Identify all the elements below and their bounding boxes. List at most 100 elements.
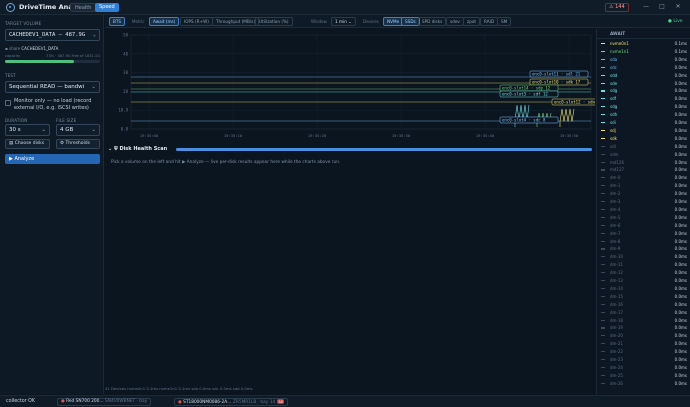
volume-select[interactable]: CACHEDEV1_DATA — 487.9G ⌄ [5, 29, 100, 41]
device-sdev[interactable]: sdev [446, 17, 464, 26]
device-row[interactable]: dm-16 0.0ms [597, 301, 690, 309]
test-select[interactable]: Sequential READ — bandwi ⌄ [5, 81, 100, 93]
device-row[interactable]: dm-17 0.0ms [597, 309, 690, 317]
alert-badge[interactable]: ⚠ 144 [605, 3, 629, 12]
capacity-bar [5, 60, 100, 63]
device-row[interactable]: md127 0.0ms [597, 166, 690, 174]
device-name: sdk [610, 135, 617, 141]
device-row[interactable]: dm-11 0.0ms [597, 261, 690, 269]
maximize-button[interactable]: □ [658, 3, 666, 11]
device-row[interactable]: dm-0 0.0ms [597, 174, 690, 182]
device-row[interactable]: sde 0.0ms [597, 80, 690, 88]
duration-select[interactable]: 30 s ⌄ [5, 124, 50, 136]
device-name: sde [610, 80, 618, 86]
device-row[interactable]: dm-24 0.0ms [597, 364, 690, 372]
y-tick-label: 38 [123, 70, 128, 75]
device-await-value: 0.0ms [674, 88, 687, 94]
device-row[interactable]: dm-3 0.0ms [597, 198, 690, 206]
thresholds-button[interactable]: ⚙ Thresholds [56, 139, 100, 149]
device-row[interactable]: sdc 0.0ms [597, 64, 690, 72]
chevron-down-icon: ⌄ [92, 32, 96, 38]
minimize-button[interactable]: — [642, 3, 650, 11]
device-name: dm-16 [610, 301, 623, 307]
series-swatch [601, 335, 605, 337]
device-row[interactable]: nvme1n1 0.1ms [597, 48, 690, 56]
x-tick-label: 19:35:50 [560, 133, 579, 138]
series-swatch [601, 193, 605, 195]
device-row[interactable]: dm-26 0.0ms [597, 380, 690, 388]
device-row[interactable]: dm-13 0.0ms [597, 277, 690, 285]
device-row[interactable]: dm-20 0.0ms [597, 332, 690, 340]
monitor-checkbox[interactable] [5, 100, 11, 106]
disk-health-scan-header[interactable]: ⌄ ⛨ Disk Health Scan [108, 146, 592, 154]
device-name: dm-4 [610, 206, 621, 212]
device-row[interactable]: sdf 0.0ms [597, 95, 690, 103]
device-name: dm-22 [610, 349, 623, 355]
device-row[interactable]: nvme0n1 0.1ms [597, 40, 690, 48]
device-row[interactable]: sda 0.0ms [597, 56, 690, 64]
device-row[interactable]: sdg 0.0ms [597, 103, 690, 111]
device-row[interactable]: sdg 0.0ms [597, 87, 690, 95]
series-swatch [601, 272, 605, 274]
device-row[interactable]: dm-23 0.0ms [597, 356, 690, 364]
device-row[interactable]: sdi 0.0ms [597, 119, 690, 127]
disk-chip-2[interactable]: ● ST18000NM0086-2A… ZR5MR1LB · bay 14 38 [174, 398, 289, 406]
device-row[interactable]: dm-2 0.0ms [597, 190, 690, 198]
device-row[interactable]: dm-22 0.0ms [597, 348, 690, 356]
device-spd[interactable]: SPD disks [418, 17, 447, 26]
device-row[interactable]: sdk 0.0ms [597, 135, 690, 143]
device-await-value: 0.0ms [674, 262, 687, 268]
device-row[interactable]: sdh 0.0ms [597, 111, 690, 119]
device-row[interactable]: dm-12 0.0ms [597, 269, 690, 277]
device-ssds[interactable]: SSDs [401, 17, 420, 26]
device-name: dm-5 [610, 214, 621, 220]
scan-hint: Pick a volume on the left and hit ▶ Anal… [111, 160, 341, 165]
tab-health[interactable]: Health [70, 3, 97, 12]
device-name: md127 [610, 167, 625, 173]
device-row[interactable]: sdm 0.0ms [597, 151, 690, 159]
device-sm[interactable]: SM [497, 17, 512, 26]
device-row[interactable]: dm-25 0.0ms [597, 372, 690, 380]
metric-throughput[interactable]: Throughput (MB/s) [212, 17, 260, 26]
device-row[interactable]: dm-5 0.0ms [597, 214, 690, 222]
device-name: dm-6 [610, 222, 621, 228]
metric-await[interactable]: Await (ms) [149, 17, 180, 26]
device-row[interactable]: dm-14 0.0ms [597, 285, 690, 293]
device-row[interactable]: sdd 0.0ms [597, 72, 690, 80]
disk-chip-1[interactable]: ● Red SN700 200… SN4V0WBNET · bay [57, 398, 152, 406]
device-row[interactable]: dm-10 0.0ms [597, 253, 690, 261]
metric-iops[interactable]: IOPS (R+W) [180, 17, 213, 26]
device-row[interactable]: dm-6 0.0ms [597, 222, 690, 230]
device-row[interactable]: dm-9 0.0ms [597, 245, 690, 253]
metric-utilization[interactable]: Utilization (%) [255, 17, 293, 26]
close-button[interactable]: ✕ [674, 3, 682, 11]
device-row[interactable]: sdj 0.0ms [597, 127, 690, 135]
device-row[interactable]: dm-15 0.0ms [597, 293, 690, 301]
device-row[interactable]: dm-8 0.0ms [597, 238, 690, 246]
device-name: dm-20 [610, 333, 623, 339]
device-row[interactable]: dm-21 0.0ms [597, 340, 690, 348]
series-swatch [601, 382, 605, 384]
filesize-select[interactable]: 4 GB ⌄ [56, 124, 100, 136]
device-row[interactable]: dm-1 0.0ms [597, 182, 690, 190]
bts-chip[interactable]: BTS [109, 17, 126, 26]
choose-disks-button[interactable]: ▤ Choose disks [5, 139, 50, 149]
series-swatch [601, 216, 605, 218]
device-row[interactable]: dm-7 0.0ms [597, 230, 690, 238]
device-raid[interactable]: RAID [480, 17, 499, 26]
analyze-button[interactable]: ▶ Analyze [5, 154, 100, 164]
series-swatch [601, 114, 605, 116]
device-row[interactable]: dm-4 0.0ms [597, 206, 690, 214]
device-await-value: 0.0ms [674, 325, 687, 331]
device-await-value: 0.0ms [674, 270, 687, 276]
device-row[interactable]: dm-18 0.0ms [597, 317, 690, 325]
device-await-value: 0.0ms [674, 293, 687, 299]
tab-speed[interactable]: Speed [95, 3, 119, 12]
series-swatch [601, 153, 605, 155]
device-zpot[interactable]: zpot [463, 17, 481, 26]
device-row[interactable]: md126 0.0ms [597, 159, 690, 167]
window-select[interactable]: 1 min ⌄ [331, 17, 356, 26]
device-row[interactable]: sdl 0.0ms [597, 143, 690, 151]
device-await-value: 0.0ms [674, 317, 687, 323]
device-row[interactable]: dm-19 0.0ms [597, 324, 690, 332]
